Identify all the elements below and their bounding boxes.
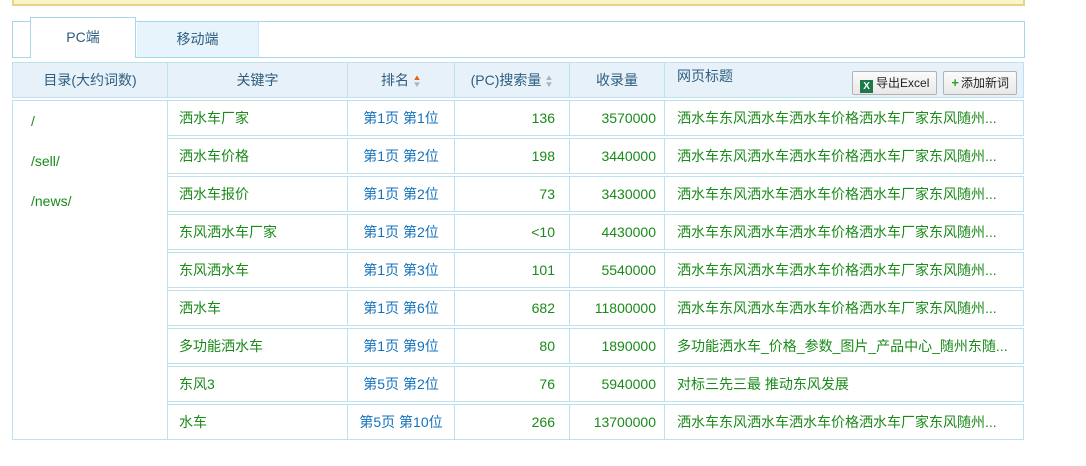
- export-excel-button[interactable]: X导出Excel: [852, 71, 937, 95]
- rank-cell: 第5页 第2位: [348, 366, 455, 402]
- keyword-cell[interactable]: 多功能洒水车: [168, 328, 348, 364]
- rank-cell: 第1页 第6位: [348, 290, 455, 326]
- tab-bar: 移动端: [12, 21, 1025, 58]
- directory-link[interactable]: /: [31, 101, 167, 141]
- title-cell[interactable]: 洒水车东风洒水车洒水车价格洒水车厂家东风随州...: [665, 214, 1024, 250]
- search-volume-cell: 198: [455, 138, 570, 174]
- directory-link[interactable]: /sell/: [31, 141, 167, 181]
- rank-cell: 第1页 第2位: [348, 138, 455, 174]
- keyword-cell[interactable]: 水车: [168, 404, 348, 440]
- col-rank[interactable]: 排名 ▲▼: [348, 62, 455, 98]
- title-cell[interactable]: 对标三先三最 推动东风发展: [665, 366, 1024, 402]
- tab-pc[interactable]: PC端: [30, 17, 136, 58]
- rank-link[interactable]: 第1页 第1位: [363, 110, 438, 126]
- volume-sort-icons[interactable]: ▲▼: [545, 74, 553, 88]
- keyword-cell[interactable]: 东风洒水车厂家: [168, 214, 348, 250]
- title-cell[interactable]: 多功能洒水车_价格_参数_图片_产品中心_随州东随...: [665, 328, 1024, 364]
- sort-down-icon[interactable]: ▼: [545, 81, 555, 88]
- title-cell[interactable]: 洒水车东风洒水车洒水车价格洒水车厂家东风随州...: [665, 138, 1024, 174]
- rank-cell: 第1页 第2位: [348, 176, 455, 212]
- add-keyword-label: 添加新词: [961, 76, 1009, 90]
- search-volume-cell: 266: [455, 404, 570, 440]
- col-directory: 目录(大约词数): [12, 62, 168, 98]
- indexed-cell: 5540000: [570, 252, 665, 288]
- indexed-cell: 3440000: [570, 138, 665, 174]
- rank-link[interactable]: 第1页 第2位: [363, 148, 438, 164]
- title-cell[interactable]: 洒水车东风洒水车洒水车价格洒水车厂家东风随州...: [665, 176, 1024, 212]
- col-title-label: 网页标题: [677, 68, 733, 84]
- header-actions: X导出Excel+添加新词: [846, 71, 1017, 95]
- rank-link[interactable]: 第1页 第2位: [363, 186, 438, 202]
- directory-cell: / /sell/ /news/: [12, 100, 168, 440]
- col-rank-label: 排名: [381, 72, 409, 88]
- indexed-cell: 13700000: [570, 404, 665, 440]
- rank-link[interactable]: 第1页 第3位: [363, 262, 438, 278]
- title-cell[interactable]: 洒水车东风洒水车洒水车价格洒水车厂家东风随州...: [665, 100, 1024, 136]
- keyword-cell[interactable]: 洒水车报价: [168, 176, 348, 212]
- search-volume-cell: 136: [455, 100, 570, 136]
- col-title: X导出Excel+添加新词 网页标题: [665, 62, 1024, 98]
- keyword-table: 目录(大约词数) 关键字 排名▲▼ (PC)搜索量▲▼ 收录量 X导出Excel…: [12, 60, 1024, 442]
- tab-mobile[interactable]: 移动端: [137, 22, 259, 57]
- rank-cell: 第1页 第2位: [348, 214, 455, 250]
- keyword-cell[interactable]: 洒水车价格: [168, 138, 348, 174]
- table-row: / /sell/ /news/ 洒水车厂家 第1页 第1位 136 357000…: [12, 100, 1024, 136]
- search-volume-cell: 682: [455, 290, 570, 326]
- plus-icon: +: [951, 75, 959, 90]
- rank-sort-icons[interactable]: ▲▼: [413, 74, 421, 88]
- col-indexed: 收录量: [570, 62, 665, 98]
- rank-link[interactable]: 第1页 第9位: [363, 338, 438, 354]
- rank-cell: 第5页 第10位: [348, 404, 455, 440]
- indexed-cell: 11800000: [570, 290, 665, 326]
- sort-down-icon[interactable]: ▼: [412, 81, 422, 88]
- indexed-cell: 4430000: [570, 214, 665, 250]
- col-search-volume-label: (PC)搜索量: [471, 72, 542, 88]
- keyword-cell[interactable]: 东风洒水车: [168, 252, 348, 288]
- rank-link[interactable]: 第5页 第2位: [363, 376, 438, 392]
- search-volume-cell: 76: [455, 366, 570, 402]
- keyword-cell[interactable]: 东风3: [168, 366, 348, 402]
- rank-link[interactable]: 第1页 第6位: [363, 300, 438, 316]
- header-row: 目录(大约词数) 关键字 排名▲▼ (PC)搜索量▲▼ 收录量 X导出Excel…: [12, 62, 1024, 98]
- col-search-volume[interactable]: (PC)搜索量▲▼: [455, 62, 570, 98]
- title-cell[interactable]: 洒水车东风洒水车洒水车价格洒水车厂家东风随州...: [665, 404, 1024, 440]
- rank-link[interactable]: 第5页 第10位: [359, 414, 442, 430]
- title-cell[interactable]: 洒水车东风洒水车洒水车价格洒水车厂家东风随州...: [665, 252, 1024, 288]
- indexed-cell: 1890000: [570, 328, 665, 364]
- notice-bar: [12, 0, 1025, 6]
- col-keyword: 关键字: [168, 62, 348, 98]
- rank-cell: 第1页 第9位: [348, 328, 455, 364]
- search-volume-cell: <10: [455, 214, 570, 250]
- add-keyword-button[interactable]: +添加新词: [943, 71, 1017, 95]
- directory-link[interactable]: /news/: [31, 181, 167, 221]
- search-volume-cell: 80: [455, 328, 570, 364]
- keyword-cell[interactable]: 洒水车: [168, 290, 348, 326]
- indexed-cell: 3430000: [570, 176, 665, 212]
- search-volume-cell: 73: [455, 176, 570, 212]
- export-excel-label: 导出Excel: [876, 76, 929, 90]
- rank-cell: 第1页 第3位: [348, 252, 455, 288]
- indexed-cell: 3570000: [570, 100, 665, 136]
- excel-icon: X: [860, 80, 873, 93]
- rank-cell: 第1页 第1位: [348, 100, 455, 136]
- rank-link[interactable]: 第1页 第2位: [363, 224, 438, 240]
- indexed-cell: 5940000: [570, 366, 665, 402]
- keyword-cell[interactable]: 洒水车厂家: [168, 100, 348, 136]
- search-volume-cell: 101: [455, 252, 570, 288]
- title-cell[interactable]: 洒水车东风洒水车洒水车价格洒水车厂家东风随州...: [665, 290, 1024, 326]
